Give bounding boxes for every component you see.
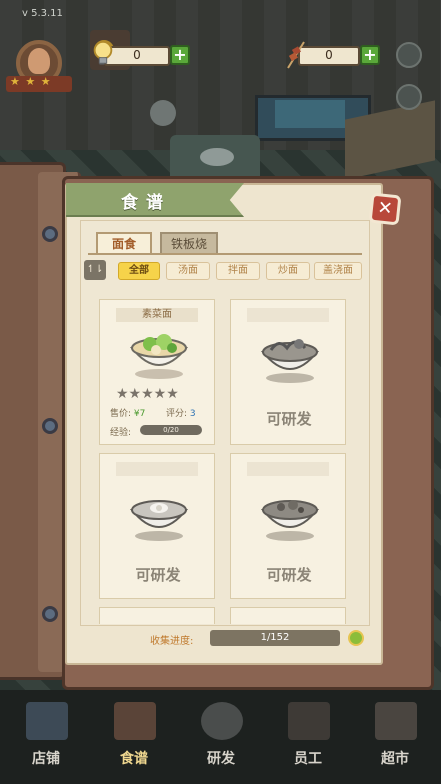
recipe-book-icon (114, 702, 156, 740)
bottom-nav: 店铺 食谱 研发 员工 超市 (0, 690, 441, 784)
filter-topped-noodles[interactable]: 盖浇面 (314, 262, 362, 280)
nav-staff[interactable]: 员工 (264, 690, 352, 784)
research-status: 可研发 (266, 566, 312, 584)
filter-soup-noodles[interactable]: 汤面 (166, 262, 210, 280)
sort-button[interactable]: ↿⇂ (84, 260, 106, 280)
nav-research[interactable]: 研发 (177, 690, 265, 784)
recipe-name: 素菜面 (116, 308, 198, 322)
filter-fried-noodles[interactable]: 炒面 (266, 262, 310, 280)
page-title: 食谱 (121, 193, 171, 213)
tab-teppanyaki[interactable]: 铁板烧 (160, 232, 218, 254)
binder-ring-icon (42, 606, 58, 622)
plate (200, 148, 234, 166)
recipe-name (116, 462, 198, 476)
score-value: 3 (189, 409, 196, 419)
research-status: 可研发 (266, 410, 312, 428)
nav-recipes[interactable]: 食谱 (90, 690, 178, 784)
sink (275, 100, 345, 128)
nav-market[interactable]: 超市 (351, 690, 439, 784)
add-bulb-button[interactable]: + (170, 45, 190, 65)
score-text: 评分: 3 (166, 409, 196, 419)
recipe-card-partial[interactable] (99, 607, 215, 624)
page-title-ribbon: 食谱 (66, 183, 244, 217)
lightbulb-icon (93, 40, 113, 64)
collection-progress-label: 收集进度: (150, 636, 194, 647)
tab-noodles[interactable]: 面食 (96, 232, 152, 254)
recipe-card[interactable]: 素菜面 ★★★★★ 售价: ¥7 评分: 3 经验: 0/20 (99, 299, 215, 445)
nav-label: 食谱 (120, 751, 148, 767)
version-label: v 5.3.11 (22, 8, 63, 19)
research-status: 可研发 (135, 566, 181, 584)
shop-icon (26, 702, 68, 740)
rank-stars: ★ ★ ★ (10, 75, 52, 88)
nav-shop[interactable]: 店铺 (2, 690, 90, 784)
avatar-face (28, 48, 50, 74)
locked-bowl-icon (129, 500, 189, 541)
binder-ring-icon (42, 226, 58, 242)
nav-label: 研发 (207, 751, 235, 767)
exp-progress: 0/20 (140, 425, 202, 435)
staff-icon (288, 702, 330, 740)
bowl-decoration (150, 100, 176, 126)
pot-icon (201, 702, 243, 740)
locked-bowl-icon (260, 500, 320, 541)
exp-label: 经验: (110, 428, 132, 438)
nav-label: 超市 (381, 751, 409, 767)
close-button[interactable]: ✕ (368, 192, 402, 226)
reward-icon[interactable] (348, 630, 364, 646)
market-icon (375, 702, 417, 740)
camera-icon[interactable] (396, 84, 422, 110)
skewer-icon (287, 41, 305, 69)
recipe-stars: ★★★★★ (116, 386, 179, 402)
price-text: 售价: ¥7 (110, 409, 146, 419)
recipe-card[interactable]: 可研发 (99, 453, 215, 599)
recipe-name (247, 308, 329, 322)
vegetable-noodle-bowl-icon (129, 334, 189, 379)
recipe-name (247, 462, 329, 476)
price-value: ¥7 (133, 409, 146, 419)
locked-bowl-icon (260, 339, 320, 383)
close-icon: ✕ (376, 197, 394, 220)
add-skewer-button[interactable]: + (360, 45, 380, 65)
filter-all[interactable]: 全部 (118, 262, 160, 280)
recipe-card-partial[interactable] (230, 607, 346, 624)
nav-label: 员工 (294, 751, 322, 767)
recipe-card[interactable]: 可研发 (230, 453, 346, 599)
settings-gear-icon[interactable] (396, 42, 422, 68)
binder-ring-icon (42, 418, 58, 434)
player-avatar[interactable]: ★ ★ ★ (6, 40, 76, 92)
nav-label: 店铺 (32, 751, 60, 767)
tab-divider (88, 253, 362, 255)
filter-mixed-noodles[interactable]: 拌面 (216, 262, 260, 280)
recipe-card[interactable]: 可研发 (230, 299, 346, 445)
collection-progress-bar: 1/152 (210, 630, 340, 646)
